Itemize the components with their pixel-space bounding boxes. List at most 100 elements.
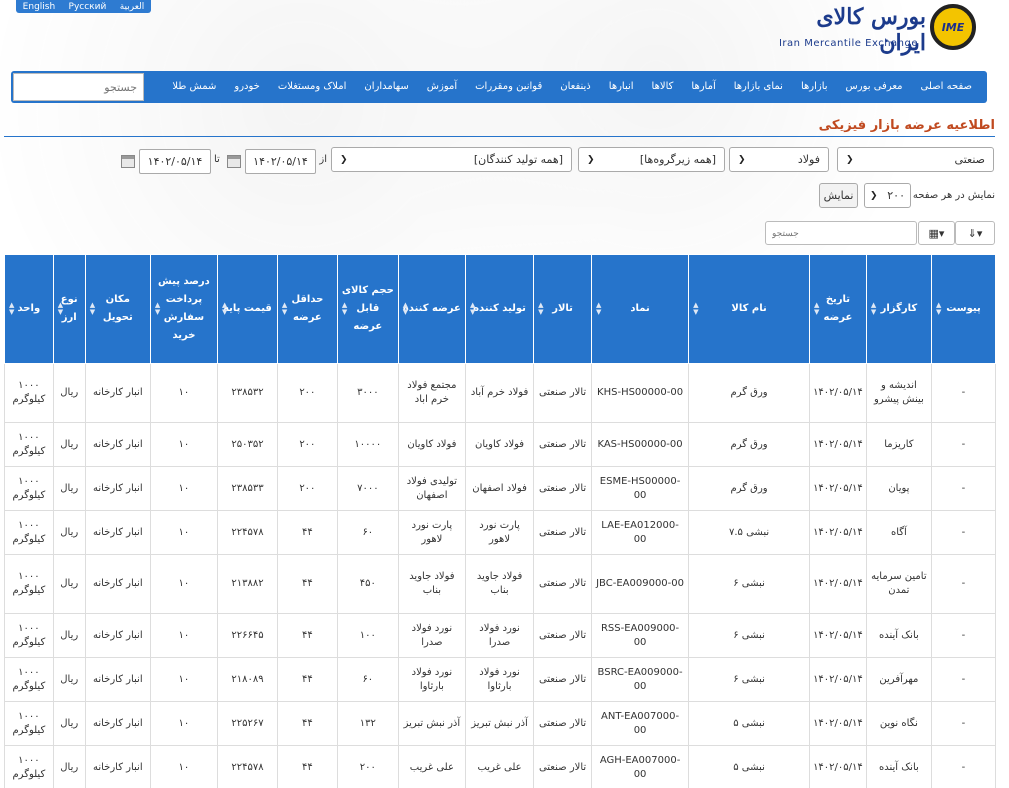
title-divider — [4, 136, 995, 137]
table-row[interactable]: - آگاه ۱۴۰۲/۰۵/۱۴ نبشی ۷.۵ LAE-EA012000-00 تا… — [4, 510, 997, 555]
column-header-label: نماد — [630, 303, 650, 314]
subgroup-select[interactable]: [همه زیرگروه‌ها] ❯ — [578, 147, 725, 172]
nav-item-12[interactable]: خودرو — [225, 71, 268, 103]
lang-arabic[interactable]: العربية — [117, 2, 148, 12]
table-row[interactable]: - بانک آینده ۱۴۰۲/۰۵/۱۴ نبشی ۶ RSS-EA009000-… — [4, 613, 997, 658]
sort-icon: ▲ ▼ — [870, 301, 877, 316]
nav-item-4[interactable]: آمارها — [682, 71, 724, 103]
table-cell: ۲۳۸۵۳۲ — [217, 363, 278, 423]
column-header-0[interactable]: پیوست ▲ ▼ — [930, 254, 997, 364]
table-cell: ۱۴۰۲/۰۵/۱۴ — [809, 701, 867, 746]
table-cell: نبشی ۵ — [688, 745, 811, 788]
table-cell: ۲۲۴۵۷۸ — [217, 745, 278, 788]
table-cell: ۱۰۰۰ کیلوگرم — [4, 363, 54, 423]
lang-russian[interactable]: Русский — [66, 2, 110, 12]
table-cell: ریال — [52, 554, 86, 614]
table-cell: ۴۵۰ — [336, 554, 399, 614]
table-cell: ۶۰ — [336, 657, 399, 702]
lang-english[interactable]: English — [20, 2, 59, 12]
table-row[interactable]: - بانک آینده ۱۴۰۲/۰۵/۱۴ نبشی ۵ AGH-EA007000-… — [4, 745, 997, 788]
nav-item-1[interactable]: معرفی بورس — [837, 71, 912, 103]
nav-item-10[interactable]: سهامداران — [355, 71, 417, 103]
nav-item-11[interactable]: املاک ومستغلات — [269, 71, 356, 103]
column-header-label: قیمت پایه — [223, 303, 272, 314]
per-page-select[interactable]: ۲۰۰ ❯ — [864, 183, 911, 208]
column-header-11[interactable]: درصد پیش پرداخت سفارش خرید ▲ ▼ — [149, 254, 219, 364]
market-select-value: صنعتی — [954, 153, 985, 166]
columns-button[interactable]: ▦▾ — [918, 221, 955, 245]
nav-item-8[interactable]: قوانین ومقررات — [466, 71, 551, 103]
table-cell: ورق گرم — [688, 422, 811, 467]
column-header-1[interactable]: کارگزار ▲ ▼ — [865, 254, 932, 364]
table-row[interactable]: - مهرآفرین ۱۴۰۲/۰۵/۱۴ نبشی ۶ BSRC-EA009000-0… — [4, 657, 997, 702]
group-select[interactable]: فولاد ❯ — [729, 147, 829, 172]
table-cell: ۲۰۰ — [276, 422, 338, 467]
table-cell: ۱۴۰۲/۰۵/۱۴ — [809, 745, 867, 788]
table-cell: نورد فولاد بارثاوا — [464, 657, 535, 702]
column-header-5[interactable]: تالار ▲ ▼ — [533, 254, 592, 364]
column-header-3[interactable]: نام کالا ▲ ▼ — [688, 254, 811, 364]
chevron-down-icon: ❯ — [738, 154, 746, 165]
sort-icon: ▲ ▼ — [9, 301, 15, 316]
column-header-2[interactable]: تاریخ عرضه ▲ ▼ — [809, 254, 867, 364]
column-header-12[interactable]: مکان تحویل ▲ ▼ — [84, 254, 151, 364]
column-header-10[interactable]: قیمت پایه ▲ ▼ — [217, 254, 278, 364]
table-cell: تالار صنعتی — [533, 466, 592, 511]
table-cell: پارت نورد لاهور — [464, 510, 535, 555]
nav-item-2[interactable]: بازارها — [792, 71, 837, 103]
table-cell: ۲۰۰ — [276, 466, 338, 511]
sort-icon: ▲ ▼ — [596, 301, 602, 316]
table-cell: آگاه — [865, 510, 932, 555]
table-cell: ریال — [52, 466, 86, 511]
table-row[interactable]: - کاریزما ۱۴۰۲/۰۵/۱۴ ورق گرم KAS-HS00000-00 ت… — [4, 422, 997, 467]
table-cell: مجتمع فولاد خرم اباد — [397, 363, 466, 423]
to-date-input[interactable]: ۱۴۰۲/۰۵/۱۴ — [139, 149, 211, 174]
table-search-input[interactable] — [765, 221, 917, 245]
table-row[interactable]: - اندیشه و بینش پیشرو ۱۴۰۲/۰۵/۱۴ ورق گرم KHS… — [4, 363, 997, 423]
per-page-label: نمایش در هر صفحه — [912, 190, 995, 201]
table-cell: علی غریب — [464, 745, 535, 788]
table-cell: نبشی ۶ — [688, 657, 811, 702]
table-row[interactable]: - نگاه نوین ۱۴۰۲/۰۵/۱۴ نبشی ۵ ANT-EA007000-0… — [4, 701, 997, 746]
table-cell: ۱۴۰۲/۰۵/۱۴ — [809, 466, 867, 511]
column-header-8[interactable]: حجم کالای قابل عرضه ▲ ▼ — [336, 254, 399, 364]
calendar-icon[interactable] — [227, 155, 241, 168]
nav-item-13[interactable]: شمش طلا — [163, 71, 225, 103]
sort-icon: ▲ ▼ — [222, 301, 228, 316]
table-cell: تامین سرمایه تمدن — [865, 554, 932, 614]
table-cell: ۱۳۲ — [336, 701, 399, 746]
nav-item-3[interactable]: نمای بازارها — [725, 71, 792, 103]
column-header-14[interactable]: واحد ▲ ▼ — [4, 254, 54, 364]
table-cell: - — [930, 701, 997, 746]
calendar-icon[interactable] — [121, 155, 135, 168]
table-cell: ۱۰ — [149, 510, 219, 555]
site-logo[interactable]: IME بورس کالای ایران Iran Mercantile Exc… — [778, 4, 976, 56]
table-cell: آذر نبش تبریز — [464, 701, 535, 746]
export-button[interactable]: ⇓▾ — [955, 221, 995, 245]
nav-item-9[interactable]: آموزش — [418, 71, 466, 103]
column-header-7[interactable]: عرضه کننده ▲ ▼ — [397, 254, 466, 364]
columns-icon: ▦▾ — [928, 226, 945, 240]
column-header-label: حجم کالای قابل عرضه — [341, 285, 394, 332]
from-date-input[interactable]: ۱۴۰۲/۰۵/۱۴ — [245, 149, 316, 174]
show-button[interactable]: نمایش — [819, 183, 858, 208]
column-header-6[interactable]: تولید کننده ▲ ▼ — [464, 254, 535, 364]
table-cell: فولاد اصفهان — [464, 466, 535, 511]
column-header-13[interactable]: نوع ارز ▲ ▼ — [52, 254, 86, 364]
table-cell: ۱۰ — [149, 363, 219, 423]
nav-item-5[interactable]: کالاها — [643, 71, 683, 103]
column-header-4[interactable]: نماد ▲ ▼ — [590, 254, 690, 364]
market-select[interactable]: صنعتی ❯ — [837, 147, 994, 172]
table-row[interactable]: - پویان ۱۴۰۲/۰۵/۱۴ ورق گرم ESME-HS00000-00 تا… — [4, 466, 997, 511]
nav-item-6[interactable]: انبارها — [600, 71, 643, 103]
table-row[interactable]: - تامین سرمایه تمدن ۱۴۰۲/۰۵/۱۴ نبشی ۶ JBC-EA… — [4, 554, 997, 614]
table-cell: ۱۴۰۲/۰۵/۱۴ — [809, 422, 867, 467]
table-cell: مهرآفرین — [865, 657, 932, 702]
producer-select[interactable]: [همه تولید کنندگان] ❯ — [331, 147, 572, 172]
table-cell: - — [930, 657, 997, 702]
column-header-label: نام کالا — [731, 303, 767, 314]
column-header-9[interactable]: حداقل عرضه ▲ ▼ — [276, 254, 338, 364]
nav-search-input[interactable] — [13, 73, 144, 101]
nav-item-7[interactable]: ذینفعان — [551, 71, 600, 103]
nav-item-0[interactable]: صفحه اصلی — [912, 71, 981, 103]
